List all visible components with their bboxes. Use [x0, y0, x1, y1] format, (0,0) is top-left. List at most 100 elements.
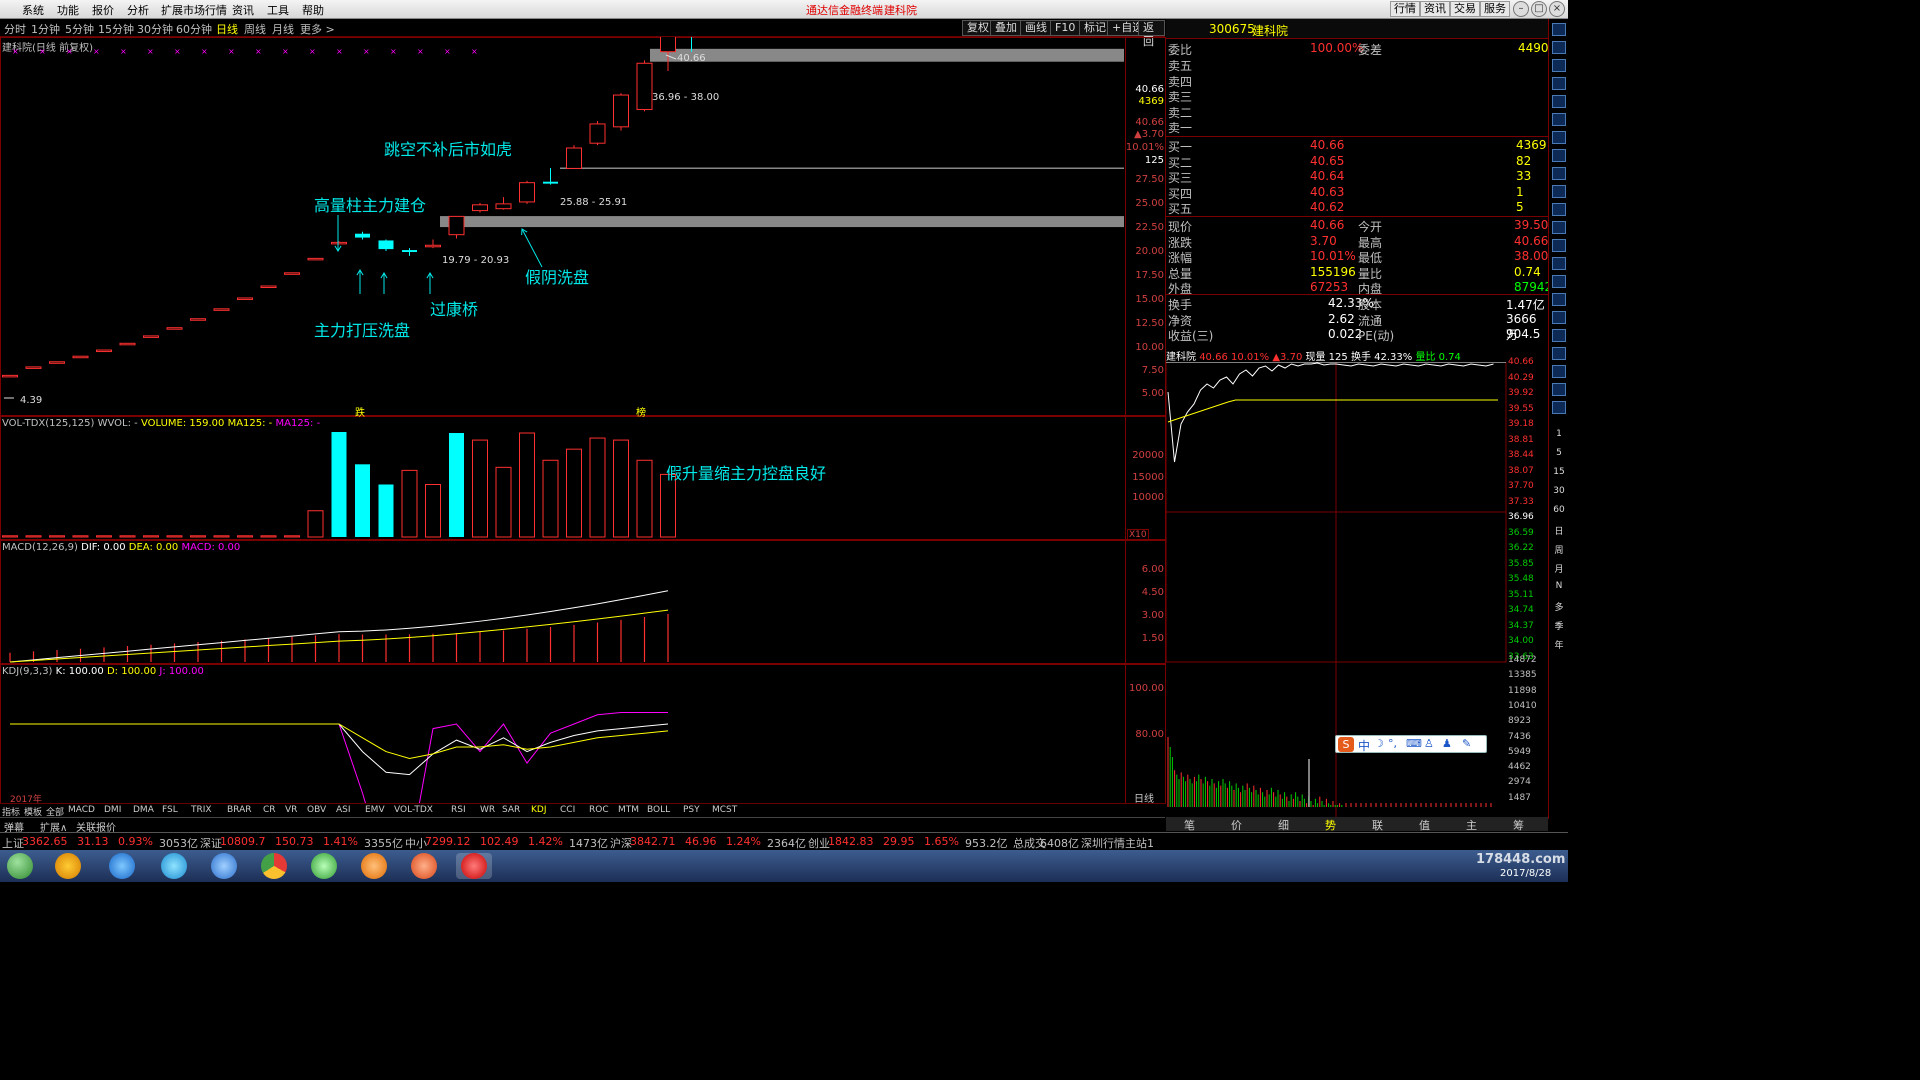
ime-moon-icon[interactable]: ☽ — [1374, 737, 1384, 750]
indicator-tab[interactable]: RSI — [451, 805, 466, 815]
sidebar-period-item[interactable]: 日 — [1552, 524, 1566, 537]
ime-skin-icon[interactable]: ♟ — [1442, 737, 1452, 750]
chrome-icon[interactable] — [256, 853, 292, 879]
sidebar-tool-icon[interactable] — [1552, 293, 1566, 306]
period-monthly[interactable]: 月线 — [272, 21, 294, 37]
period-5min[interactable]: 5分钟 — [65, 21, 94, 37]
sidebar-tool-icon[interactable] — [1552, 77, 1566, 90]
sidebar-tool-icon[interactable] — [1552, 311, 1566, 324]
period-30min[interactable]: 30分钟 — [137, 21, 173, 37]
quote-tab[interactable]: 笔 — [1184, 817, 1195, 833]
ime-lang-icon[interactable]: 中 — [1358, 737, 1370, 754]
quote-tab[interactable]: 价 — [1231, 817, 1242, 833]
period-60min[interactable]: 60分钟 — [176, 21, 212, 37]
sidebar-tool-icon[interactable] — [1552, 347, 1566, 360]
indicator-tab[interactable]: BOLL — [647, 805, 670, 815]
sogou-icon[interactable]: S — [1338, 737, 1354, 752]
btn-news[interactable]: 资讯 — [1420, 1, 1450, 17]
sogou-browser-icon[interactable] — [206, 853, 242, 879]
ime-keyboard-icon[interactable]: ⌨ — [1406, 737, 1422, 750]
sidebar-tool-icon[interactable] — [1552, 365, 1566, 378]
menu-item-quote[interactable]: 报价 — [92, 2, 114, 18]
indicator-tab[interactable]: EMV — [365, 805, 385, 815]
sidebar-period-item[interactable]: 月 — [1552, 562, 1566, 575]
sidebar-period-item[interactable]: 年 — [1552, 638, 1566, 651]
quote-tab[interactable]: 筹 — [1513, 817, 1524, 833]
indicator-tab[interactable]: FSL — [162, 805, 178, 815]
btn-market[interactable]: 行情 — [1390, 1, 1420, 17]
btn-service[interactable]: 服务 — [1480, 1, 1510, 17]
sidebar-tool-icon[interactable] — [1552, 257, 1566, 270]
indicator-tab[interactable]: OBV — [307, 805, 326, 815]
sidebar-period-item[interactable]: 60 — [1552, 505, 1566, 518]
sidebar-period-item[interactable]: 1 — [1552, 429, 1566, 442]
indicator-tab[interactable]: PSY — [683, 805, 700, 815]
sidebar-tool-icon[interactable] — [1552, 41, 1566, 54]
tool-draw[interactable]: 画线 — [1020, 20, 1052, 36]
ime-tool-icon[interactable]: ✎ — [1462, 737, 1471, 750]
sidebar-period-item[interactable]: 30 — [1552, 486, 1566, 499]
ime-toolbar[interactable]: S 中 ☽ °, ⌨ ♙ ♟ ✎ — [1335, 735, 1487, 753]
ime-user-icon[interactable]: ♙ — [1424, 737, 1434, 750]
quote-tab[interactable]: 值 — [1419, 817, 1430, 833]
period-daily[interactable]: 日线 — [216, 21, 238, 37]
sidebar-tool-icon[interactable] — [1552, 167, 1566, 180]
tdx-app-icon[interactable] — [456, 853, 492, 879]
period-1min[interactable]: 1分钟 — [31, 21, 60, 37]
app-icon-2[interactable] — [306, 853, 342, 879]
sidebar-tool-icon[interactable] — [1552, 59, 1566, 72]
sidebar-tool-icon[interactable] — [1552, 383, 1566, 396]
sidebar-tool-icon[interactable] — [1552, 221, 1566, 234]
menu-item-ext-market[interactable]: 扩展市场行情 — [161, 2, 227, 18]
browser-icon[interactable] — [156, 853, 192, 879]
period-more[interactable]: 更多 > — [300, 21, 335, 37]
indicator-tab[interactable]: KDJ — [531, 805, 547, 815]
sidebar-tool-icon[interactable] — [1552, 131, 1566, 144]
indicator-tab[interactable]: MACD — [68, 805, 95, 815]
sidebar-tool-icon[interactable] — [1552, 203, 1566, 216]
menu-item-system[interactable]: 系统 — [22, 2, 44, 18]
period-15min[interactable]: 15分钟 — [98, 21, 134, 37]
sidebar-tool-icon[interactable] — [1552, 185, 1566, 198]
period-weekly[interactable]: 周线 — [244, 21, 266, 37]
sidebar-period-item[interactable]: N — [1552, 581, 1566, 594]
app-icon-1[interactable] — [50, 853, 86, 879]
ime-punct-icon[interactable]: °, — [1388, 737, 1397, 750]
tool-back[interactable]: 返回 — [1138, 20, 1165, 48]
indicator-tab[interactable]: SAR — [502, 805, 520, 815]
indicator-tab[interactable]: BRAR — [227, 805, 251, 815]
tool-overlay[interactable]: 叠加 — [990, 20, 1022, 36]
menu-item-function[interactable]: 功能 — [57, 2, 79, 18]
sidebar-period-item[interactable]: 多 — [1552, 600, 1566, 613]
maximize-icon[interactable]: □ — [1531, 1, 1547, 17]
quote-tab[interactable]: 细 — [1278, 817, 1289, 833]
menu-item-tools[interactable]: 工具 — [267, 2, 289, 18]
indicator-tab[interactable]: MTM — [618, 805, 639, 815]
sidebar-period-item[interactable]: 15 — [1552, 467, 1566, 480]
indicator-tab[interactable]: CR — [263, 805, 276, 815]
indicator-tab[interactable]: ASI — [336, 805, 351, 815]
sidebar-tool-icon[interactable] — [1552, 329, 1566, 342]
sidebar-tool-icon[interactable] — [1552, 401, 1566, 414]
indicator-tab[interactable]: DMA — [133, 805, 154, 815]
quote-tab[interactable]: 势 — [1325, 817, 1336, 833]
btn-trade[interactable]: 交易 — [1450, 1, 1480, 17]
menu-item-analysis[interactable]: 分析 — [127, 2, 149, 18]
sidebar-period-item[interactable]: 5 — [1552, 448, 1566, 461]
app-icon-3[interactable] — [356, 853, 392, 879]
indicator-tab[interactable]: VOL-TDX — [394, 805, 433, 815]
close-icon[interactable]: × — [1549, 1, 1565, 17]
sidebar-tool-icon[interactable] — [1552, 113, 1566, 126]
minimize-icon[interactable]: – — [1513, 1, 1529, 17]
sidebar-tool-icon[interactable] — [1552, 149, 1566, 162]
menu-item-news[interactable]: 资讯 — [232, 2, 254, 18]
sidebar-period-item[interactable]: 季 — [1552, 619, 1566, 632]
indicator-tab[interactable]: MCST — [712, 805, 737, 815]
sidebar-period-item[interactable]: 周 — [1552, 543, 1566, 556]
app-icon-4[interactable] — [406, 853, 442, 879]
ie-icon[interactable] — [104, 853, 140, 879]
indicator-tab[interactable]: CCI — [560, 805, 575, 815]
indicator-tab[interactable]: DMI — [104, 805, 121, 815]
quote-tab[interactable]: 主 — [1466, 817, 1477, 833]
sidebar-tool-icon[interactable] — [1552, 23, 1566, 36]
